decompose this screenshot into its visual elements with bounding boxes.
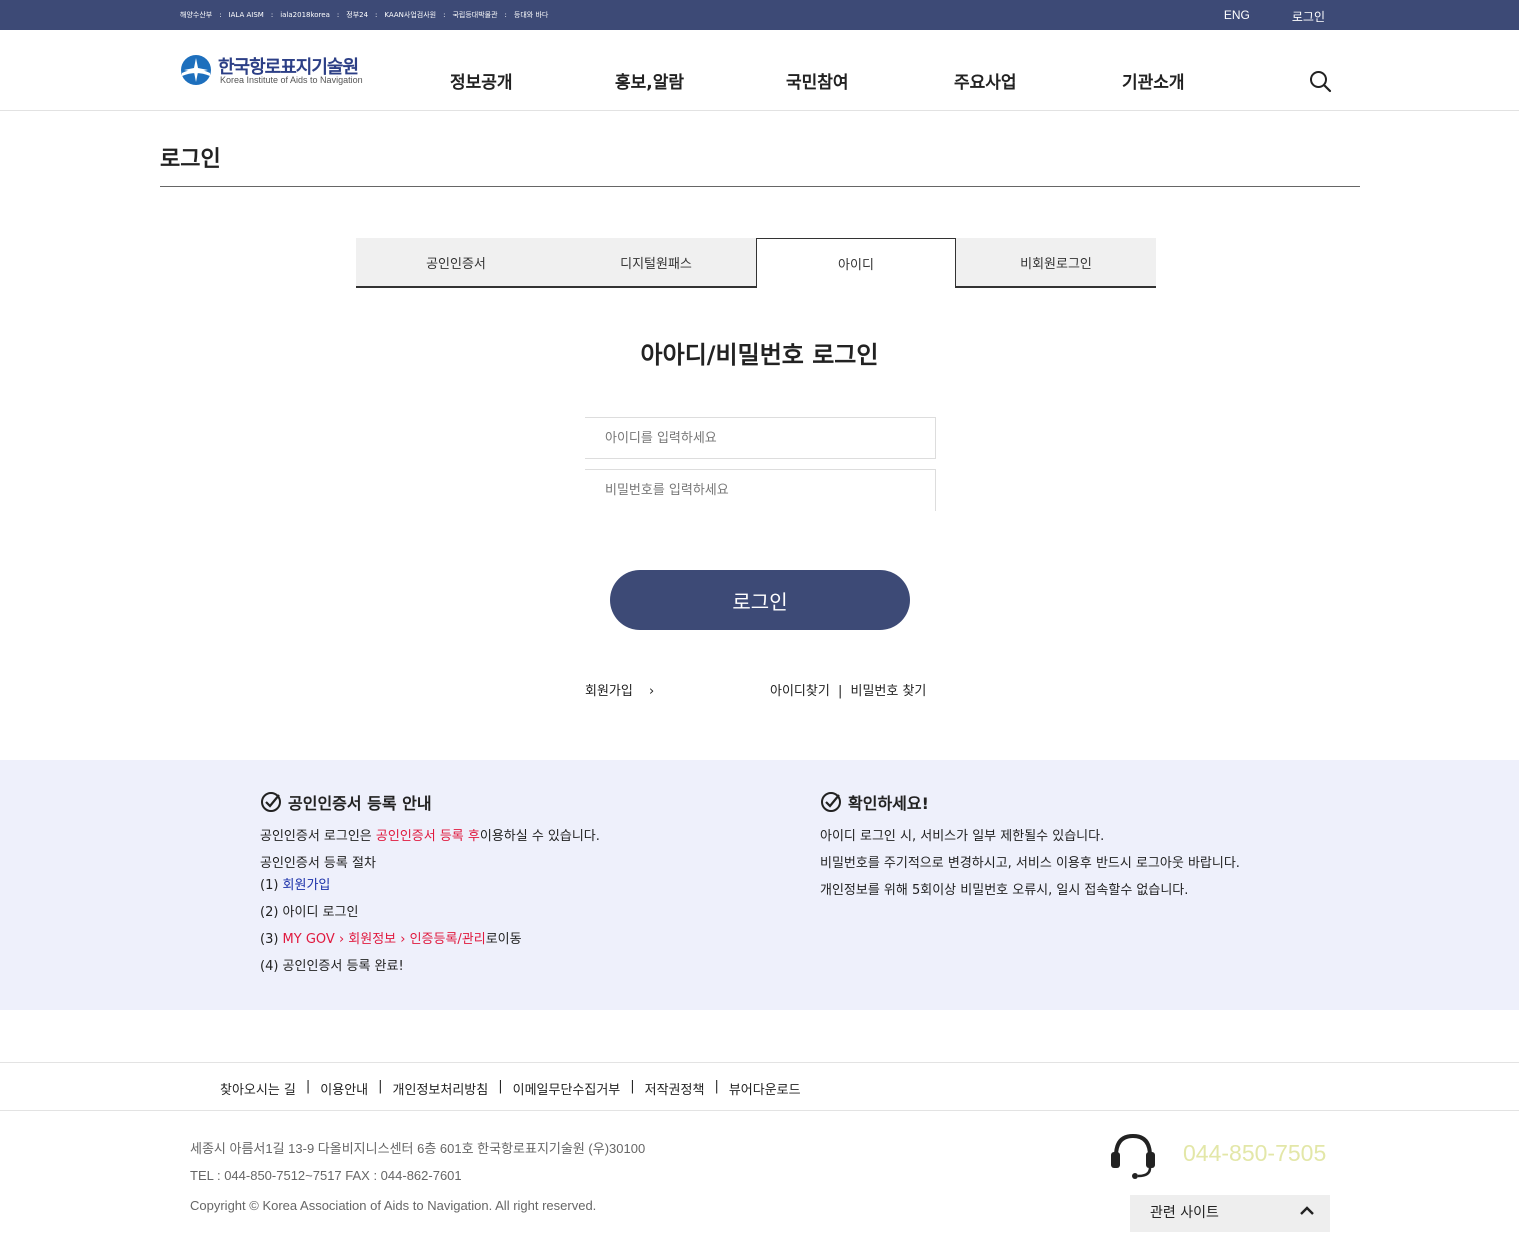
guide-step: (2) 아이디 로그인 (260, 905, 359, 920)
find-id-link[interactable]: 아이디찾기 (770, 684, 830, 699)
footer-nav: 찾아오시는 길 | 이용안내 | 개인정보처리방침 | 이메일무단수집거부 | 저작권정… (0, 1062, 1519, 1111)
related-sites-label: 관련 사이트 (1150, 1205, 1219, 1221)
site-logo[interactable]: 한국항로표지기술원 Korea Institute of Aids to Nav… (180, 52, 390, 92)
find-account-links: 아이디찾기 | 비밀번호 찾기 (770, 680, 926, 699)
nav-item-about[interactable]: 기관소개 (1122, 68, 1185, 93)
signup-link[interactable]: 회원가입 › (585, 680, 654, 699)
signup-label: 회원가입 (585, 684, 633, 699)
guide-line: 공인인증서 등록 절차 (260, 856, 376, 871)
signup-step-link[interactable]: 회원가입 (283, 878, 331, 893)
footer-tel: TEL : 044-850-7512~7517 FAX : 044-862-76… (190, 1168, 462, 1183)
guide-step: (3) MY GOV › 회원정보 › 인증등록/관리로이동 (260, 932, 522, 947)
top-link[interactable]: 정부24 (346, 10, 368, 20)
footer-link[interactable]: 이용안내 (320, 1079, 368, 1098)
top-link[interactable]: IALA AISM (229, 11, 264, 19)
footer-address: 세종시 아름서1길 13-9 다올비지니스센터 6층 601호 한국항로표지기술… (190, 1141, 646, 1156)
chevron-right-icon: › (648, 684, 655, 699)
family-site-links: 해양수산부: IALA AISM: iala2018korea: 정부24: K… (180, 10, 549, 20)
login-guide-panel: 공인인증서 등록 안내 공인인증서 로그인은 공인인증서 등록 후이용하실 수 … (0, 760, 1519, 1010)
logo-text-english: Korea Institute of Aids to Navigation (220, 75, 363, 85)
guide-line: 공인인증서 로그인은 공인인증서 등록 후이용하실 수 있습니다. (260, 829, 600, 844)
check-circle-icon (261, 792, 281, 812)
login-method-tabs: 공인인증서 디지털원패스 아이디 비회원로그인 (356, 238, 1156, 288)
nav-item-participation[interactable]: 국민참여 (786, 68, 849, 93)
top-link[interactable]: 해양수산부 (180, 10, 212, 20)
id-input[interactable] (585, 417, 936, 459)
nav-item-pr[interactable]: 홍보,알람 (615, 68, 684, 93)
footer-copyright: Copyright © Korea Association of Aids to… (190, 1198, 597, 1213)
guide-step: (1) 회원가입 (260, 878, 331, 893)
nav-item-business[interactable]: 주요사업 (954, 68, 1017, 93)
login-button[interactable]: 로그인 (610, 570, 910, 630)
footer-link[interactable]: 뷰어다운로드 (729, 1079, 801, 1098)
password-input[interactable] (585, 469, 936, 511)
tab-digital-onepass[interactable]: 디지털원패스 (556, 238, 756, 288)
notice-line: 비밀번호를 주기적으로 변경하시고, 서비스 이용후 반드시 로그아웃 바랍니다… (820, 856, 1240, 871)
notice-line: 개인정보를 위해 5회이상 비밀번호 오류시, 일시 접속할수 없습니다. (820, 883, 1189, 898)
find-password-link[interactable]: 비밀번호 찾기 (850, 684, 926, 699)
top-link[interactable]: iala2018korea (280, 11, 330, 19)
notice-guide: 확인하세요! 아이디 로그인 시, 서비스가 일부 제한될수 있습니다. 비밀번… (820, 790, 1260, 900)
notice-line: 아이디 로그인 시, 서비스가 일부 제한될수 있습니다. (820, 829, 1105, 844)
footer-link[interactable]: 이메일무단수집거부 (513, 1079, 621, 1098)
notice-guide-title: 확인하세요! (820, 790, 1260, 814)
certificate-guide: 공인인증서 등록 안내 공인인증서 로그인은 공인인증서 등록 후이용하실 수 … (260, 790, 760, 976)
top-utility-bar: 해양수산부: IALA AISM: iala2018korea: 정부24: K… (0, 0, 1519, 30)
footer-link[interactable]: 개인정보처리방침 (393, 1079, 489, 1098)
title-divider (160, 186, 1360, 187)
language-link[interactable]: ENG (1224, 8, 1250, 25)
top-link[interactable]: 국립등대박물관 (452, 10, 497, 20)
customer-phone: 044-850-7505 (1183, 1140, 1327, 1166)
tab-guest-login[interactable]: 비회원로그인 (956, 238, 1156, 288)
nav-item-info[interactable]: 정보공개 (450, 68, 513, 93)
tab-id[interactable]: 아이디 (756, 238, 956, 288)
chevron-up-icon (1300, 1206, 1314, 1215)
logo-emblem-icon (181, 55, 211, 85)
page-title: 로그인 (160, 147, 221, 172)
top-link[interactable]: 등대와 바다 (514, 10, 548, 20)
check-circle-icon (821, 792, 841, 812)
footer-link[interactable]: 찾아오시는 길 (220, 1079, 296, 1098)
guide-step: (4) 공인인증서 등록 완료! (260, 959, 404, 974)
related-sites-dropdown[interactable]: 관련 사이트 (1130, 1195, 1330, 1232)
headset-icon (1111, 1133, 1155, 1179)
top-link[interactable]: KAAN사업검사원 (384, 10, 436, 20)
footer-link[interactable]: 저작권정책 (645, 1079, 705, 1098)
certificate-guide-title: 공인인증서 등록 안내 (260, 790, 760, 814)
login-heading: 아아디/비밀번호 로그인 (640, 341, 879, 369)
search-icon[interactable] (1308, 69, 1332, 93)
tab-certificate[interactable]: 공인인증서 (356, 238, 556, 288)
top-login-link[interactable]: 로그인 (1292, 8, 1325, 25)
find-divider: | (837, 684, 843, 699)
site-header: 한국항로표지기술원 Korea Institute of Aids to Nav… (0, 30, 1519, 111)
